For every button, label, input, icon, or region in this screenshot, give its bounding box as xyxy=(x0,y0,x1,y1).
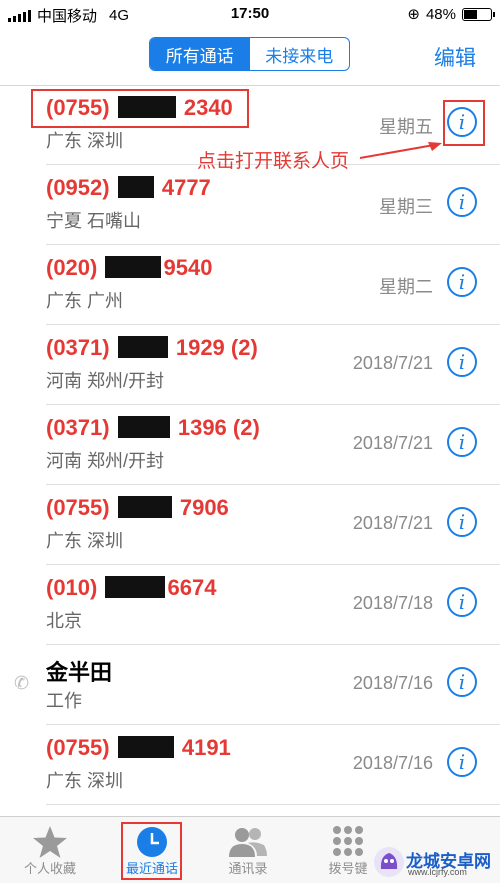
info-icon[interactable]: i xyxy=(447,427,477,457)
redaction-block xyxy=(117,176,154,198)
call-number: (0755) 7906 xyxy=(46,495,229,520)
battery-fill xyxy=(464,9,478,19)
highlight-box-number xyxy=(31,89,249,128)
call-date: 2018/7/16 xyxy=(352,753,433,773)
call-location: 河南 郑州/开封 xyxy=(46,371,165,391)
highlight-box-recents-tab xyxy=(121,822,182,880)
call-location: 北京 xyxy=(46,611,82,631)
call-number: (020) 9540 xyxy=(46,255,213,280)
edit-button[interactable]: 编辑 xyxy=(434,42,476,72)
call-number: (0371) 1396 (2) xyxy=(46,415,260,440)
battery-percent: 48% xyxy=(425,5,456,23)
call-location: 广东 广州 xyxy=(46,291,124,311)
call-location: 广东 深圳 xyxy=(46,771,124,791)
recent-calls-list: (0755) 2340 广东 深圳 星期五 i (0952) 4777 宁夏 石… xyxy=(0,85,500,805)
info-icon[interactable]: i xyxy=(447,187,477,217)
call-date: 星期二 xyxy=(379,277,433,297)
contact-name: 金半田 xyxy=(46,660,113,685)
watermark-url: www.lcjrfy.com xyxy=(408,867,467,877)
call-filter-segmented-control: 所有通话 未接来电 xyxy=(149,37,350,71)
redaction-block xyxy=(105,576,166,598)
call-date: 星期五 xyxy=(379,117,433,137)
annotation-label: 点击打开联系人页 xyxy=(197,151,350,172)
tab-contacts[interactable]: 通讯录 xyxy=(203,817,293,883)
redaction-block xyxy=(117,496,172,518)
call-row[interactable]: (010) 6674 北京 2018/7/18 i xyxy=(0,565,500,645)
call-row[interactable]: (020) 9540 广东 广州 星期二 i xyxy=(0,245,500,325)
call-location: 河南 郑州/开封 xyxy=(46,451,165,471)
call-number: (0952) 4777 xyxy=(46,175,211,200)
call-row[interactable]: (0371) 1396 (2) 河南 郑州/开封 2018/7/21 i xyxy=(0,405,500,485)
call-row[interactable]: ✆ 金半田 工作 2018/7/16 i xyxy=(0,645,500,725)
call-location: 广东 深圳 xyxy=(46,531,124,551)
contacts-icon xyxy=(203,823,293,861)
annotation-arrow-icon xyxy=(359,142,442,159)
call-row[interactable]: (0371) 1929 (2) 河南 郑州/开封 2018/7/21 i xyxy=(0,325,500,405)
call-date: 2018/7/16 xyxy=(352,673,433,693)
battery-icon xyxy=(462,7,495,21)
call-row[interactable]: (0952) 4777 宁夏 石嘴山 星期三 i xyxy=(0,165,500,245)
star-icon xyxy=(5,823,95,861)
watermark: 龙城安卓网 www.lcjrfy.com xyxy=(372,845,500,881)
call-row[interactable]: (0755) 4191 广东 深圳 2018/7/16 i xyxy=(0,725,500,805)
rotation-lock-icon: ⊕ xyxy=(407,6,420,23)
segment-all-calls[interactable]: 所有通话 xyxy=(150,38,250,70)
info-icon[interactable]: i xyxy=(447,347,477,377)
redaction-block xyxy=(117,336,168,358)
info-icon[interactable]: i xyxy=(447,507,477,537)
nav-bar: 所有通话 未接来电 编辑 xyxy=(0,30,500,86)
call-number: (0755) 4191 xyxy=(46,735,231,760)
call-label: 工作 xyxy=(46,691,82,711)
call-date: 2018/7/21 xyxy=(352,353,433,373)
outgoing-call-icon: ✆ xyxy=(14,673,30,693)
info-icon[interactable]: i xyxy=(447,587,477,617)
call-number: (0371) 1929 (2) xyxy=(46,335,258,360)
call-date: 2018/7/21 xyxy=(352,513,433,533)
info-icon[interactable]: i xyxy=(447,747,477,777)
call-number: (010) 6674 xyxy=(46,575,217,600)
redaction-block xyxy=(117,736,174,758)
status-bar: 中国移动 4G 17:50 ⊕ 48% xyxy=(0,0,500,30)
segment-missed-calls[interactable]: 未接来电 xyxy=(250,38,350,70)
redaction-block xyxy=(105,256,162,278)
call-location: 宁夏 石嘴山 xyxy=(46,211,142,231)
call-date: 星期三 xyxy=(379,197,433,217)
watermark-logo-icon xyxy=(374,847,404,877)
tab-favorites[interactable]: 个人收藏 xyxy=(5,817,95,883)
call-date: 2018/7/18 xyxy=(352,593,433,613)
call-location: 广东 深圳 xyxy=(46,131,124,151)
info-icon[interactable]: i xyxy=(447,667,477,697)
info-icon[interactable]: i xyxy=(447,267,477,297)
call-date: 2018/7/21 xyxy=(352,433,433,453)
redaction-block xyxy=(117,416,170,438)
highlight-box-info xyxy=(443,100,485,146)
call-row[interactable]: (0755) 7906 广东 深圳 2018/7/21 i xyxy=(0,485,500,565)
